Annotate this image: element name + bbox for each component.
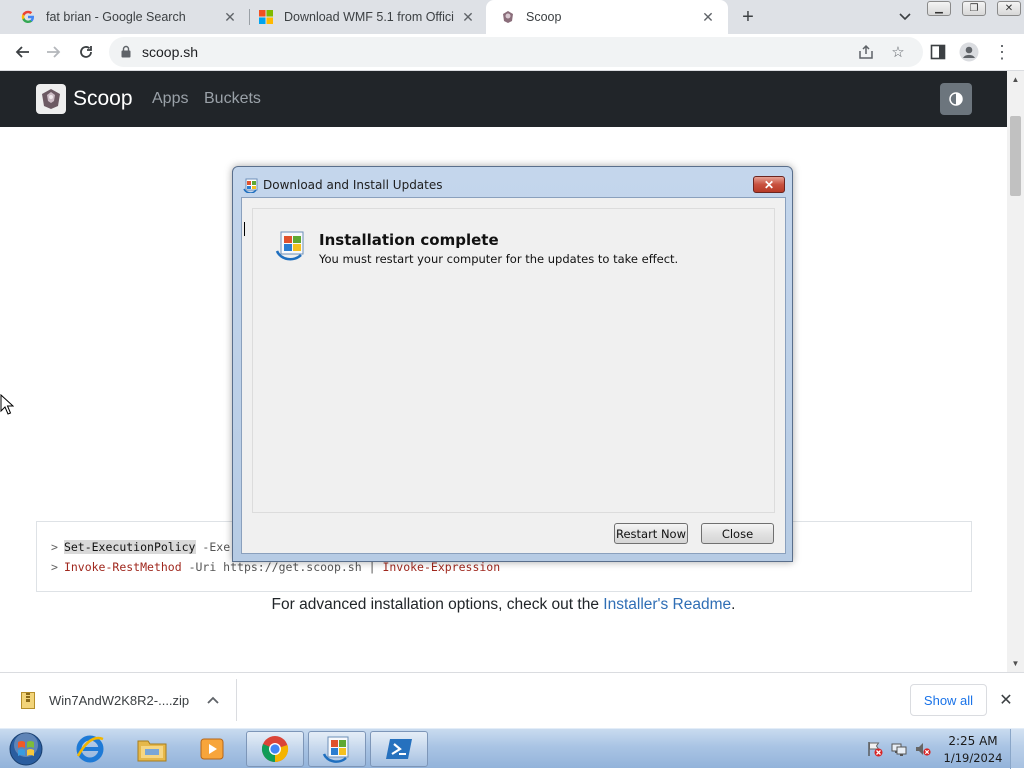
mouse-pointer-icon [0, 394, 14, 415]
show-desktop-button[interactable] [1010, 729, 1024, 769]
tab-title: Scoop [526, 10, 562, 24]
media-player-icon [200, 738, 224, 760]
internet-explorer-icon [76, 735, 104, 763]
scroll-down-arrow-icon[interactable]: ▼ [1007, 656, 1024, 670]
bookmark-star-icon[interactable]: ☆ [889, 43, 907, 61]
shelf-divider [236, 679, 237, 721]
update-dialog: Download and Install Updates ✕ Installat… [232, 166, 793, 562]
windows-update-large-icon [275, 229, 307, 261]
volume-muted-icon[interactable] [915, 741, 931, 757]
lock-icon[interactable] [121, 45, 131, 58]
network-icon[interactable] [891, 741, 907, 757]
forward-button[interactable] [43, 41, 65, 63]
zip-file-icon[interactable] [21, 692, 35, 709]
taskbar-internet-explorer[interactable] [61, 731, 119, 767]
google-icon [20, 9, 36, 25]
dialog-message: You must restart your computer for the u… [319, 252, 679, 266]
start-button[interactable] [6, 730, 46, 768]
taskbar-chrome[interactable] [246, 731, 304, 767]
address-bar[interactable]: scoop.sh [109, 37, 923, 67]
close-shelf-icon[interactable]: ✕ [997, 689, 1015, 711]
code-line: > Invoke-RestMethod -Uri https://get.scoo… [51, 560, 500, 574]
powershell-icon [386, 739, 412, 759]
profile-avatar-icon[interactable] [958, 41, 980, 63]
new-tab-button[interactable]: + [737, 6, 759, 28]
contrast-icon [949, 92, 963, 106]
readme-text: For advanced installation options, check… [271, 596, 604, 613]
menu-kebab-icon[interactable]: ⋮ [991, 41, 1013, 63]
window-controls: ▁ ❐ ✕ [927, 1, 1024, 16]
code-params: -Uri https://get.scoop.sh | [181, 560, 383, 574]
scroll-thumb[interactable] [1010, 116, 1021, 196]
close-tab-icon[interactable]: ✕ [460, 9, 476, 25]
back-button[interactable] [11, 41, 33, 63]
prompt-chevron: > [51, 540, 58, 554]
chevron-up-icon[interactable] [204, 689, 222, 711]
taskbar-windows-update[interactable] [308, 731, 366, 767]
scoop-logo[interactable] [36, 84, 66, 114]
tab-google-search[interactable]: fat brian - Google Search ✕ [0, 0, 250, 34]
microsoft-icon [258, 9, 274, 25]
dialog-heading: Installation complete [319, 231, 499, 249]
windows-orb-icon [9, 732, 43, 766]
restart-now-button[interactable]: Restart Now [614, 523, 688, 544]
dialog-title: Download and Install Updates [263, 178, 443, 192]
readme-end: . [731, 596, 736, 613]
clock-date[interactable]: 1/19/2024 [942, 751, 1004, 765]
taskbar-media-player[interactable] [183, 731, 241, 767]
dialog-close-x-button[interactable]: ✕ [753, 176, 785, 193]
theme-toggle-button[interactable] [940, 83, 972, 115]
show-all-button[interactable]: Show all [910, 684, 987, 716]
code-line: > Set-ExecutionPolicy -Exe [51, 540, 230, 554]
url-text: scoop.sh [142, 44, 199, 60]
chrome-icon [261, 736, 289, 763]
tab-search-icon[interactable] [896, 8, 914, 26]
browser-toolbar: scoop.sh ☆ ⋮ [0, 34, 1024, 71]
download-shelf: Win7AndW2K8R2-....zip Show all ✕ [0, 672, 1024, 728]
taskbar-powershell[interactable] [370, 731, 428, 767]
windows-taskbar: 2:25 AM 1/19/2024 [0, 728, 1024, 769]
scroll-up-arrow-icon[interactable]: ▲ [1007, 72, 1024, 86]
side-panel-icon[interactable] [927, 41, 949, 63]
code-params: -Exe [195, 540, 231, 554]
site-brand[interactable]: Scoop [73, 87, 133, 111]
download-filename[interactable]: Win7AndW2K8R2-....zip [49, 693, 189, 708]
tab-title: Download WMF 5.1 from Official [284, 10, 454, 24]
taskbar-file-explorer[interactable] [123, 731, 181, 767]
code-command: Set-ExecutionPolicy [63, 540, 196, 554]
share-icon[interactable] [857, 43, 875, 61]
nav-link-apps[interactable]: Apps [152, 90, 188, 108]
windows-update-icon [322, 736, 349, 763]
nav-link-buckets[interactable]: Buckets [204, 90, 261, 108]
tab-scoop[interactable]: Scoop ✕ [486, 0, 728, 34]
close-window-button[interactable]: ✕ [997, 1, 1021, 16]
action-center-flag-icon[interactable] [867, 741, 883, 757]
page-scrollbar[interactable]: ▲ ▼ [1007, 71, 1024, 672]
text-caret [244, 222, 245, 236]
clock-time[interactable]: 2:25 AM [945, 734, 1001, 748]
readme-paragraph: For advanced installation options, check… [0, 596, 1007, 614]
restore-window-button[interactable]: ❐ [962, 1, 986, 16]
reload-button[interactable] [75, 41, 97, 63]
minimize-window-button[interactable]: ▁ [927, 1, 951, 16]
code-command: Invoke-Expression [382, 560, 501, 574]
file-explorer-icon [137, 740, 167, 762]
scoop-icon [500, 9, 516, 25]
close-button[interactable]: Close [701, 523, 774, 544]
tab-title: fat brian - Google Search [46, 10, 186, 24]
installer-readme-link[interactable]: Installer's Readme [603, 596, 731, 613]
code-command: Invoke-RestMethod [63, 560, 182, 574]
prompt-chevron: > [51, 560, 58, 574]
close-tab-icon[interactable]: ✕ [700, 9, 716, 25]
windows-update-icon [243, 177, 259, 194]
browser-tab-strip: fat brian - Google Search ✕ Download WMF… [0, 0, 1024, 34]
dialog-content-panel: Installation complete You must restart y… [252, 208, 775, 513]
close-tab-icon[interactable]: ✕ [222, 9, 238, 25]
site-navbar: Scoop Apps Buckets [0, 71, 1007, 127]
tab-download-wmf[interactable]: Download WMF 5.1 from Official ✕ [238, 0, 488, 34]
dialog-body: Installation complete You must restart y… [241, 197, 786, 554]
